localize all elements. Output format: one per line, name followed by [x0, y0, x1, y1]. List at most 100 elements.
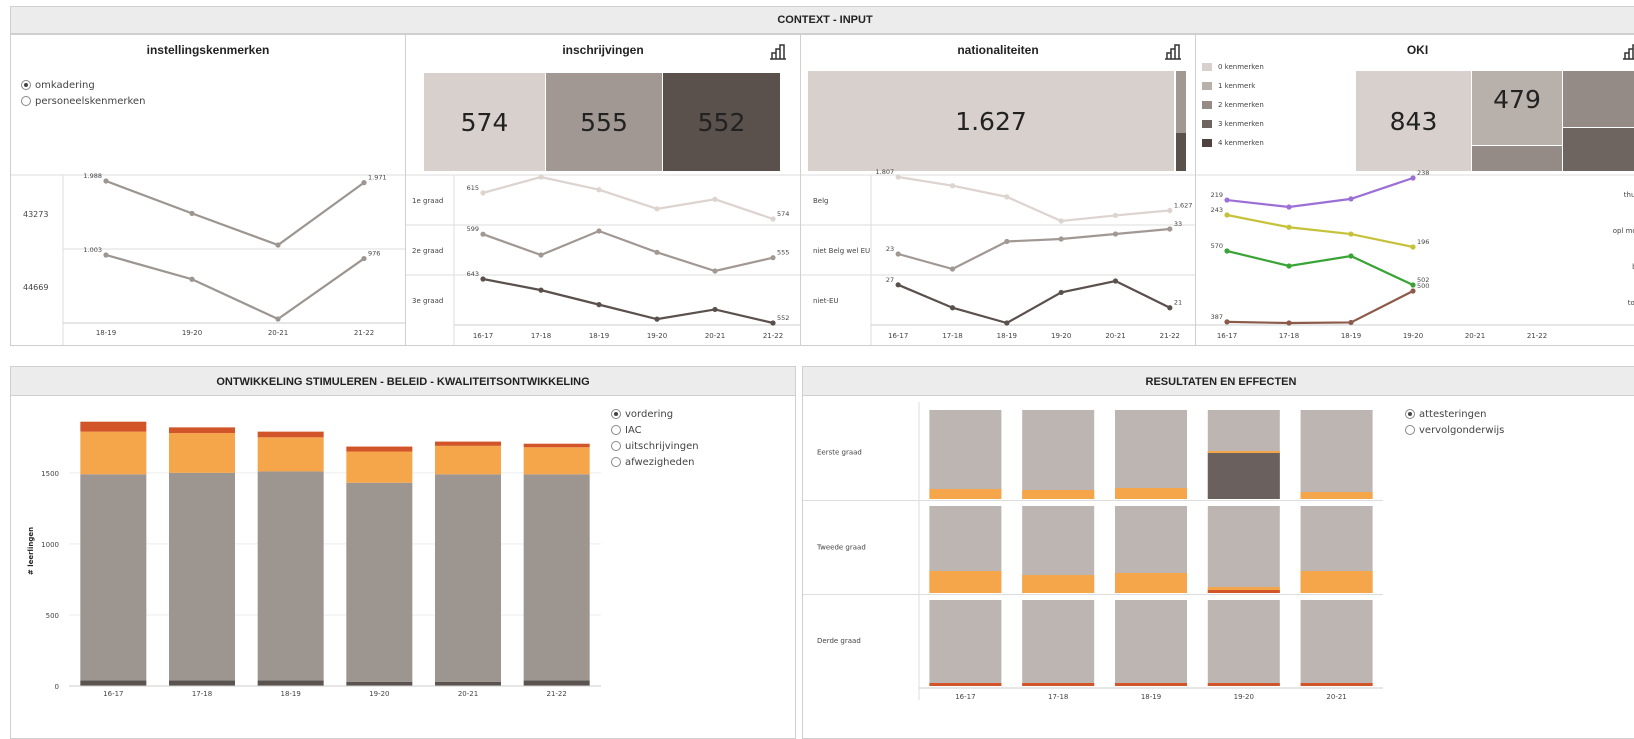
data-label: 238	[1417, 169, 1429, 177]
data-point	[1410, 288, 1416, 294]
data-point	[1058, 289, 1064, 296]
data-point	[275, 242, 281, 248]
data-point	[1224, 197, 1230, 203]
x-tick-label: 17-18	[1279, 332, 1299, 340]
series-line	[482, 277, 774, 325]
row-label: niet Belg wel EU	[813, 247, 870, 255]
bar-segment	[346, 446, 413, 452]
bar-segment	[435, 681, 501, 686]
panel-nationaliteiten: nationaliteiten 1.627 16-17 17-18 18-19 19-…	[800, 34, 1196, 346]
radio-afwezigheden[interactable]: afwezigheden	[611, 454, 699, 470]
data-point	[1348, 253, 1354, 259]
data-point	[770, 216, 776, 222]
bar-segment	[1207, 451, 1280, 453]
x-tick-label: 21-22	[354, 329, 374, 337]
data-label: 555	[777, 249, 789, 257]
x-tick-label: 16-17	[955, 693, 975, 701]
series-line	[105, 179, 365, 247]
data-point	[275, 316, 281, 322]
data-point	[1348, 231, 1354, 237]
bar-segment	[1207, 683, 1280, 686]
radio-empty-icon[interactable]	[1405, 425, 1415, 435]
data-point	[895, 282, 901, 288]
data-point	[1058, 236, 1064, 242]
row-label: toel	[1628, 299, 1634, 307]
data-point	[712, 196, 718, 202]
bar-segment	[1022, 410, 1095, 499]
bar-segment	[169, 427, 235, 434]
radio-uitschrijvingen[interactable]: uitschrijvingen	[611, 438, 699, 454]
radio-empty-icon[interactable]	[611, 457, 621, 467]
res-radio-group[interactable]: attesteringen vervolgonderwijs	[1405, 406, 1504, 438]
x-tick-label: 17-18	[942, 332, 962, 340]
bar-segment	[929, 489, 1002, 499]
x-tick-label: 21-22	[763, 332, 783, 340]
bar-segment	[80, 474, 147, 681]
data-point	[480, 276, 486, 282]
data-label: 1.627	[1174, 201, 1193, 209]
data-point	[480, 231, 486, 237]
y-tick-label: 0	[55, 683, 59, 691]
row-label: niet-EU	[813, 297, 839, 305]
bar-segment	[80, 421, 147, 432]
data-point	[712, 306, 718, 313]
bar-segment	[1115, 573, 1187, 593]
bar-segment	[346, 482, 413, 682]
chart-inschrijvingen: 16-17 17-18 18-19 19-20 20-21 21-22 1e graad 2e…	[406, 174, 800, 345]
bar-segment	[435, 445, 501, 475]
bar-segment	[1115, 683, 1187, 686]
data-point	[1004, 194, 1010, 200]
data-label: 976	[368, 250, 380, 258]
x-tick-label: 19-20	[182, 329, 202, 337]
radio-label: uitschrijvingen	[625, 440, 699, 452]
y-axis-label: # leerlingen	[27, 527, 35, 575]
data-point	[189, 276, 195, 282]
data-point	[1112, 212, 1119, 219]
x-tick-label: 21-22	[546, 690, 566, 698]
bar-segment	[435, 441, 501, 446]
data-point	[103, 252, 109, 258]
data-point	[654, 316, 660, 322]
data-label: 1.971	[368, 174, 387, 182]
data-point	[654, 249, 660, 255]
x-tick-label: 19-20	[1234, 693, 1254, 701]
row-label: 43273	[23, 210, 48, 219]
x-tick-label: 16-17	[103, 690, 123, 698]
data-label: 643	[467, 270, 479, 278]
bar-segment	[523, 443, 590, 448]
chart-oki: thuis opl moe bu toel 16-1717-1818-1919-…	[1196, 169, 1634, 340]
x-tick-label: 17-18	[1048, 693, 1068, 701]
bar-segment	[929, 571, 1002, 593]
x-tick-label: 19-20	[1051, 332, 1071, 340]
radio-vervolgonderwijs[interactable]: vervolgonderwijs	[1405, 422, 1504, 438]
data-point	[361, 180, 367, 186]
data-point	[1004, 320, 1010, 326]
radio-selected-icon[interactable]	[611, 409, 621, 419]
series-line	[897, 279, 1171, 325]
radio-selected-icon[interactable]	[1405, 409, 1415, 419]
x-tick-label: 20-21	[1326, 693, 1346, 701]
bar-segment	[1022, 490, 1095, 499]
y-tick-label: 500	[46, 612, 59, 620]
radio-attesteringen[interactable]: attesteringen	[1405, 406, 1504, 422]
bar-segment	[929, 410, 1002, 499]
data-point	[770, 255, 776, 261]
radio-vordering[interactable]: vordering	[611, 406, 699, 422]
x-tick-label: 16-17	[888, 332, 908, 340]
x-tick-label: 19-20	[369, 690, 389, 698]
data-point	[361, 255, 367, 262]
radio-iac[interactable]: IAC	[611, 422, 699, 438]
bar-segment	[346, 451, 413, 483]
x-tick-label: 18-19	[1341, 332, 1361, 340]
radio-empty-icon[interactable]	[611, 441, 621, 451]
bar-segment	[169, 472, 235, 681]
data-label: 500	[1417, 282, 1429, 290]
dev-radio-group[interactable]: vordering IAC uitschrijvingen afwezighed…	[611, 406, 699, 470]
chart-instellingskenmerken: 43273 44669 18-19 19-20 20-21 21-22 1.988 1.9…	[11, 172, 405, 345]
data-label: 570	[1211, 242, 1223, 250]
radio-empty-icon[interactable]	[611, 425, 621, 435]
series-line	[1226, 249, 1414, 286]
x-tick-label: 20-21	[1465, 332, 1485, 340]
data-point	[103, 178, 109, 184]
bar-segment	[1207, 506, 1280, 593]
